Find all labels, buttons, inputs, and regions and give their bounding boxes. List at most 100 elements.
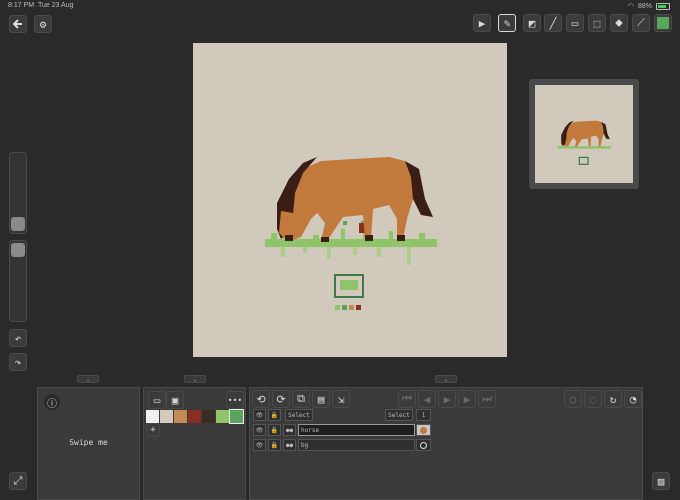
tool-marquee[interactable]: ⬚ [588,14,606,32]
layer-action-5[interactable]: ⇲ [332,390,350,408]
redo-layer-icon: ⟳ [276,392,286,406]
gear-icon: ⚙ [39,17,47,31]
select-left-button[interactable]: Select [285,409,313,421]
header-eye-icon[interactable]: 👁 [253,409,266,421]
prev-frame-button[interactable]: ◀ [418,390,436,408]
add-color-button[interactable]: + [146,423,160,437]
status-bar: 8:17 PM Tue 23 Aug ◠ 88% [0,0,680,12]
tool-eyedropper[interactable]: ⟋ [632,14,650,32]
dashed-circle-icon: ◌ [589,392,597,406]
wifi-icon: ◠ [627,3,634,10]
palette-swatch[interactable] [146,410,159,423]
dashed-circle-button[interactable]: ◌ [584,390,602,408]
play-button[interactable]: ▶ [438,390,456,408]
layer-dot-icon [420,426,427,434]
tool-fill[interactable]: ◩ [523,14,541,32]
palette-swatch[interactable] [216,410,229,423]
undo-icon: ↶ [14,331,22,345]
current-color-button[interactable] [654,14,672,32]
pencil-icon: ✎ [503,16,511,30]
palette-menu-button[interactable]: ••• [226,391,244,409]
plus-icon: + [150,425,156,435]
layer-empty-icon [420,441,427,449]
back-arrow-icon [12,19,22,29]
chevron-down-icon: ⌄ [86,375,90,383]
layer-horse-visibility[interactable]: 👁 [253,424,266,436]
timer-icon: ◔ [629,392,637,406]
next-frame-button[interactable]: ▶ [458,390,476,408]
skip-forward-icon: ⏭ [482,392,492,405]
layer-bg-thumb[interactable] [416,439,431,451]
timer-button[interactable]: ◔ [624,390,642,408]
header-lock-icon[interactable]: 🔓 [268,409,281,421]
fill-icon: ◩ [528,16,536,30]
palette-panel-tab[interactable]: ⌄ [184,375,206,383]
tool-select[interactable]: ▶ [473,14,491,32]
layer-action-4[interactable]: ▤ [312,390,330,408]
palette-swatch[interactable] [188,410,201,423]
circle-icon: ○ [569,392,577,406]
layer-horse-blend[interactable]: ●● [283,424,296,436]
line-icon: ╱ [549,16,557,30]
redo-button[interactable]: ↷ [9,353,27,371]
fullscreen-button[interactable]: ⤢ [9,472,27,490]
layer-action-2[interactable]: ⟳ [272,390,290,408]
battery-icon [656,2,670,10]
layer-action-3[interactable]: ⧉ [292,390,310,408]
gallery-button[interactable]: ▨ [652,472,670,490]
paste-icon: ⧉ [297,392,305,405]
layer-bg-lock[interactable]: 🔓 [268,439,281,451]
palette-swatch[interactable] [229,409,244,424]
drawing-canvas[interactable] [193,43,507,357]
expand-icon: ⤢ [13,474,23,487]
opacity-slider[interactable] [9,240,27,322]
onion-button[interactable]: ○ [564,390,582,408]
save-icon: ▣ [171,393,179,407]
folder-icon: ▭ [153,393,161,407]
chevron-down-icon: ⌄ [444,375,448,383]
layer-bg-name[interactable]: bg [298,439,415,451]
layer-horse-name[interactable]: horse [298,424,415,436]
tool-pencil[interactable]: ✎ [498,14,516,32]
info-panel: ⓘ Swipe me [37,387,140,500]
palette-swatch[interactable] [160,410,173,423]
first-frame-button[interactable]: ⏮ [398,390,416,408]
skip-back-icon: ⏮ [402,392,412,405]
settings-button[interactable]: ⚙ [34,15,52,33]
last-frame-button[interactable]: ⏭ [478,390,496,408]
palette-swatch[interactable] [174,410,187,423]
horse-artwork [265,157,437,310]
picture-icon: ▨ [657,474,665,488]
brush-size-slider[interactable] [9,152,27,234]
current-color-swatch [657,17,669,29]
loop-icon: ↻ [609,392,617,406]
tool-bucket[interactable]: ⬥ [610,14,628,32]
back-button[interactable] [9,15,27,33]
status-right: ◠ 88% [628,2,670,10]
info-text: Swipe me [69,438,108,447]
tool-line[interactable]: ╱ [544,14,562,32]
undo-button[interactable]: ↶ [9,329,27,347]
preview-thumbnail[interactable] [535,85,633,183]
layer-horse-thumb[interactable] [416,424,431,436]
layer-horse-lock[interactable]: 🔓 [268,424,281,436]
info-panel-tab[interactable]: ⌄ [77,375,99,383]
marquee-icon: ⬚ [593,16,601,30]
image-icon: ▤ [317,392,325,406]
layer-bg-visibility[interactable]: 👁 [253,439,266,451]
brush-size-thumb[interactable] [11,217,25,231]
prev-icon: ◀ [423,392,431,406]
rect-icon: ▭ [571,16,579,30]
select-right-button[interactable]: Select [385,409,413,421]
loop-button[interactable]: ↻ [604,390,622,408]
layer-bg-blend[interactable]: ●● [283,439,296,451]
open-palette-button[interactable]: ▭ [148,391,166,409]
opacity-thumb[interactable] [11,243,25,257]
layer-action-1[interactable]: ⟲ [252,390,270,408]
status-time: 8:17 PM Tue 23 Aug [8,2,74,9]
layers-panel-tab[interactable]: ⌄ [435,375,457,383]
tool-rect[interactable]: ▭ [566,14,584,32]
palette-swatch[interactable] [202,410,215,423]
save-palette-button[interactable]: ▣ [166,391,184,409]
info-icon[interactable]: ⓘ [44,394,60,410]
